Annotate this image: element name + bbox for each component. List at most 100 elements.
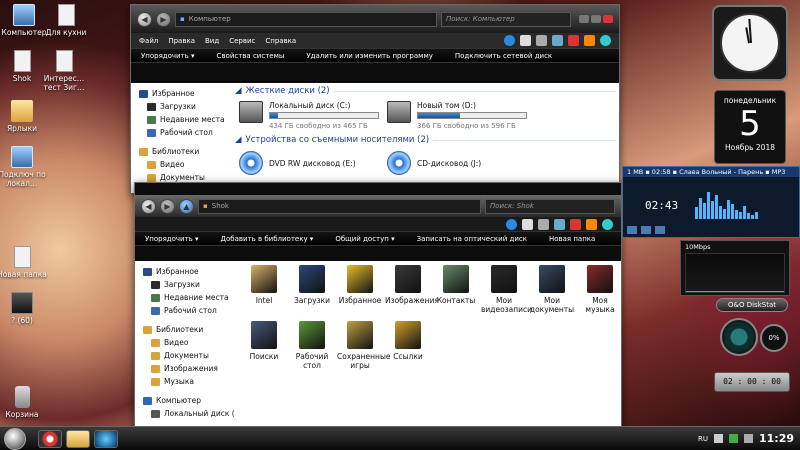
folder-contacts[interactable]: Контакты [433, 265, 479, 305]
address-bar[interactable]: ▪ Компьютер [175, 11, 437, 27]
paste-icon[interactable] [536, 35, 547, 46]
nav-images[interactable]: Изображения [143, 362, 235, 375]
language-indicator[interactable]: RU [698, 435, 708, 443]
nav-computer[interactable]: Компьютер [143, 394, 235, 407]
nav-desktop[interactable]: Рабочий стол [143, 304, 235, 317]
nav-recent[interactable]: Недавние места [143, 291, 235, 304]
address-bar[interactable]: ▪ Shok [198, 198, 481, 214]
globe-icon[interactable] [602, 218, 613, 230]
desktop-icon-network[interactable]: Подключ по локал… [0, 146, 50, 188]
next-icon[interactable] [655, 226, 665, 234]
add-to-library-button[interactable]: Добавить в библиотеку ▾ [221, 235, 314, 243]
taskbar-clock[interactable]: 11:29 [759, 432, 794, 445]
nav-music[interactable]: Музыка [143, 375, 235, 388]
search-input[interactable]: Поиск: Компьютер [441, 11, 571, 27]
media-player-gadget[interactable]: 1 MB ▪ 02:58 ▪ Слава Вольный - Парень ▪ … [622, 166, 800, 238]
up-icon[interactable] [506, 218, 517, 230]
nav-documents[interactable]: Документы [143, 349, 235, 362]
properties-icon[interactable] [554, 218, 565, 230]
check-icon[interactable] [586, 218, 597, 230]
nav-libraries[interactable]: Библиотеки [139, 145, 231, 158]
folder-documents[interactable]: Мои документы [529, 265, 575, 314]
nav-video[interactable]: Видео [143, 336, 235, 349]
folder-saved-games[interactable]: Сохраненные игры [337, 321, 390, 370]
nav-desktop[interactable]: Рабочий стол [139, 126, 231, 139]
nav-downloads[interactable]: Загрузки [139, 100, 231, 113]
calendar-month: Ноябрь 2018 [724, 143, 776, 152]
folder-desktop[interactable]: Рабочий стол [289, 321, 335, 370]
organize-button[interactable]: Упорядочить ▾ [141, 52, 195, 60]
nav-downloads[interactable]: Загрузки [143, 278, 235, 291]
map-network-drive-button[interactable]: Подключить сетевой диск [455, 52, 552, 60]
tray-flag-icon[interactable] [713, 434, 723, 443]
desktop-icon-new-folder[interactable]: Новая папка [0, 246, 50, 279]
folder-downloads[interactable]: Загрузки [289, 265, 335, 305]
delete-icon[interactable] [568, 35, 579, 46]
timer-gadget[interactable]: 02 : 00 : 00 [714, 372, 790, 392]
desktop-icon-shortcuts[interactable]: Ярлыки [0, 100, 50, 133]
folder-music[interactable]: Моя музыка [577, 265, 623, 314]
removable-section-header[interactable]: ◢ Устройства со съемными носителями (2) [235, 135, 615, 145]
play-icon[interactable] [641, 226, 651, 234]
new-folder-button[interactable]: Новая папка [549, 235, 595, 243]
close-button[interactable] [603, 15, 613, 23]
menu-tools[interactable]: Сервис [229, 37, 255, 45]
folder-videos[interactable]: Мои видеозаписи [481, 265, 532, 314]
hdd-section-header[interactable]: ◢ Жесткие диски (2) [235, 86, 615, 96]
diskstat-gadget[interactable]: O&O DiskStat 0% [716, 298, 788, 370]
copy-icon[interactable] [520, 35, 531, 46]
nav-video[interactable]: Видео [139, 158, 231, 171]
folder-favorites[interactable]: Избранное [337, 265, 383, 305]
prev-icon[interactable] [627, 226, 637, 234]
up-icon[interactable] [504, 35, 515, 46]
search-input[interactable]: Поиск: Shok [485, 198, 615, 214]
nav-favorites[interactable]: Избранное [143, 265, 235, 278]
delete-icon[interactable] [570, 218, 581, 230]
nav-local-disk[interactable]: Локальный диск ( [143, 407, 235, 420]
paste-icon[interactable] [538, 218, 549, 230]
taskbar-yandex-button[interactable] [38, 429, 62, 448]
document-icon [13, 246, 31, 268]
check-icon[interactable] [584, 35, 595, 46]
copy-icon[interactable] [522, 218, 533, 230]
system-properties-button[interactable]: Свойства системы [217, 52, 285, 60]
calendar-gadget[interactable]: понедельник 5 Ноябрь 2018 [714, 90, 786, 164]
menu-help[interactable]: Справка [265, 37, 296, 45]
minimize-button[interactable] [579, 15, 589, 23]
share-button[interactable]: Общий доступ ▾ [335, 235, 394, 243]
nav-favorites[interactable]: Избранное [139, 87, 231, 100]
nav-recent[interactable]: Недавние места [139, 113, 231, 126]
properties-icon[interactable] [552, 35, 563, 46]
forward-button[interactable]: ▶ [156, 11, 171, 27]
folder-pictures[interactable]: Изображения [385, 265, 439, 305]
uninstall-program-button[interactable]: Удалить или изменить программу [306, 52, 432, 60]
network-meter-gadget[interactable]: 10Mbps [680, 240, 790, 296]
back-button[interactable]: ◀ [141, 198, 156, 214]
nav-libraries[interactable]: Библиотеки [143, 323, 235, 336]
desktop-icon-60[interactable]: ? (60) [0, 292, 50, 325]
folder-links[interactable]: Ссылки [385, 321, 431, 361]
system-tray: RU 11:29 [698, 432, 800, 445]
up-button[interactable]: ▲ [179, 198, 194, 214]
globe-icon[interactable] [600, 35, 611, 46]
desktop-icon-recycle-bin[interactable]: Корзина [0, 386, 50, 419]
desktop-icon-test[interactable]: Интерес… тест Зиг… [36, 50, 92, 92]
star-icon [139, 89, 148, 98]
forward-button[interactable]: ▶ [160, 198, 175, 214]
folder-searches[interactable]: Поиски [241, 321, 287, 361]
maximize-button[interactable] [591, 15, 601, 23]
folder-intel[interactable]: Intel [241, 265, 287, 305]
menu-file[interactable]: Файл [139, 37, 158, 45]
tray-volume-icon[interactable] [743, 434, 753, 443]
organize-button[interactable]: Упорядочить ▾ [145, 235, 199, 243]
start-button[interactable] [4, 427, 26, 450]
menu-view[interactable]: Вид [205, 37, 219, 45]
clock-gadget[interactable] [712, 5, 788, 81]
desktop-icon-kitchen[interactable]: Для кухни [38, 4, 94, 37]
taskbar-app-button[interactable] [94, 429, 118, 448]
menu-edit[interactable]: Правка [168, 37, 195, 45]
back-button[interactable]: ◀ [137, 11, 152, 27]
taskbar-explorer-button[interactable] [66, 429, 90, 448]
burn-disc-button[interactable]: Записать на оптический диск [417, 235, 527, 243]
tray-network-icon[interactable] [728, 434, 738, 443]
